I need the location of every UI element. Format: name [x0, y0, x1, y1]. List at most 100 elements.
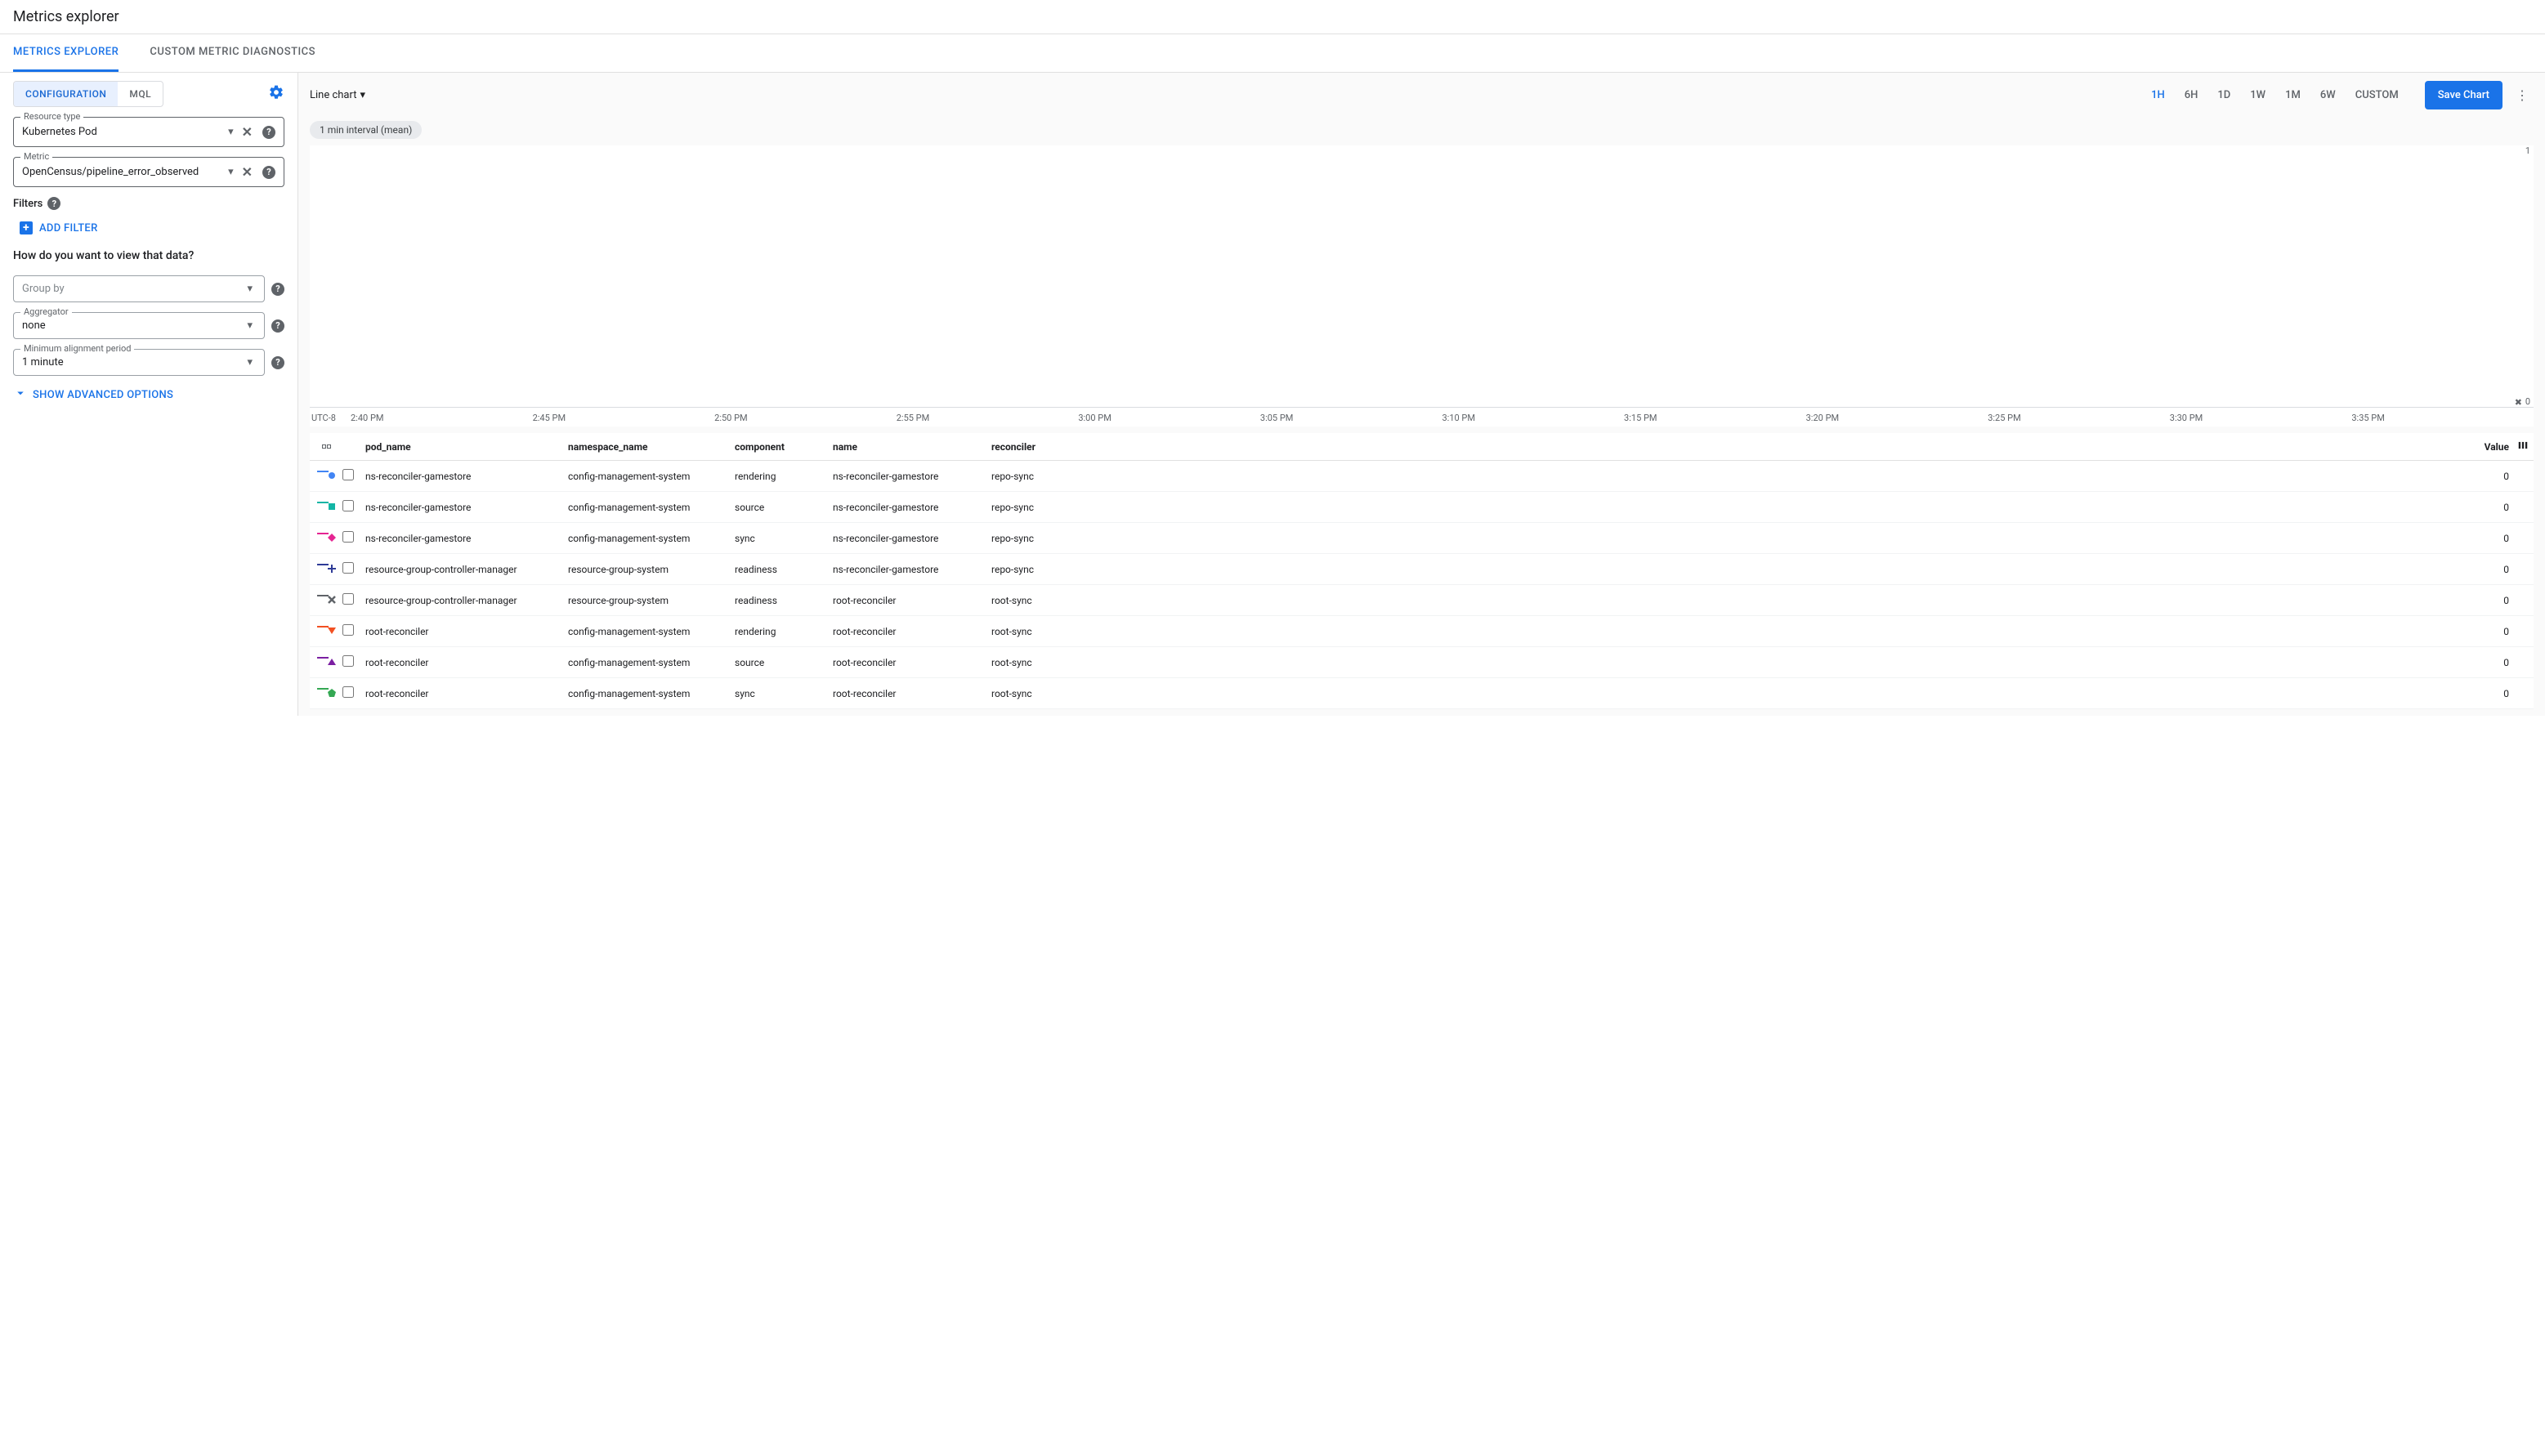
col-reconciler[interactable]: reconciler [991, 441, 1098, 453]
chart-content: Line chart ▾ 1H6H1D1W1M6WCUSTOM Save Cha… [298, 73, 2545, 716]
legend-marker [310, 688, 342, 699]
col-name[interactable]: name [833, 441, 991, 453]
resource-type-field[interactable]: Resource type Kubernetes Pod ▾ ✕ ? [13, 117, 284, 147]
legend-row[interactable]: resource-group-controller-manager resour… [310, 585, 2534, 616]
cell-name: root-reconciler [833, 688, 991, 699]
x-tick: 3:25 PM [1988, 413, 2170, 423]
x-tick: 2:55 PM [897, 413, 1079, 423]
cell-ns: resource-group-system [568, 564, 735, 575]
series-checkbox[interactable] [342, 624, 354, 636]
cell-ns: config-management-system [568, 657, 735, 668]
groupby-field[interactable]: Group by ▾ [13, 275, 265, 302]
range-1h[interactable]: 1H [2141, 83, 2175, 108]
range-6h[interactable]: 6H [2175, 83, 2208, 108]
help-icon[interactable]: ? [271, 319, 284, 333]
series-checkbox[interactable] [342, 531, 354, 543]
metric-field[interactable]: Metric OpenCensus/pipeline_error_observe… [13, 157, 284, 187]
col-namespace-name[interactable]: namespace_name [568, 441, 735, 453]
series-checkbox[interactable] [342, 655, 354, 667]
plus-icon: + [20, 221, 33, 234]
y-axis-min: 0 [2525, 396, 2530, 407]
cell-component: source [735, 502, 833, 513]
cell-value: 0 [1098, 657, 2517, 668]
page-title: Metrics explorer [0, 0, 2545, 33]
subtab-configuration[interactable]: CONFIGURATION [14, 82, 118, 106]
x-tick: 3:00 PM [1078, 413, 1260, 423]
x-tick: 3:35 PM [2351, 413, 2534, 423]
series-checkbox[interactable] [342, 469, 354, 480]
col-pod-name[interactable]: pod_name [365, 441, 568, 453]
range-6w[interactable]: 6W [2310, 83, 2346, 108]
range-1m[interactable]: 1M [2275, 83, 2310, 108]
chevron-down-icon: ▾ [228, 166, 234, 178]
resource-type-label: Resource type [20, 111, 83, 122]
cell-value: 0 [1098, 595, 2517, 606]
more-menu-icon[interactable]: ⋮ [2511, 83, 2534, 108]
close-icon[interactable]: ✖ [2515, 397, 2522, 408]
range-custom[interactable]: CUSTOM [2346, 83, 2409, 108]
help-icon[interactable]: ? [262, 126, 275, 139]
series-checkbox[interactable] [342, 562, 354, 574]
legend-row[interactable]: resource-group-controller-manager resour… [310, 554, 2534, 585]
chart-area: 1 ✖ 0 UTC-8 2:40 PM2:45 PM2:50 PM2:55 PM… [310, 145, 2534, 427]
legend-row[interactable]: root-reconciler config-management-system… [310, 647, 2534, 678]
resource-type-value: Kubernetes Pod [22, 126, 225, 138]
cell-name: root-reconciler [833, 595, 991, 606]
cell-reconciler: repo-sync [991, 502, 1098, 513]
cell-name: ns-reconciler-gamestore [833, 502, 991, 513]
help-icon[interactable]: ? [271, 356, 284, 369]
alignment-field[interactable]: Minimum alignment period 1 minute ▾ [13, 349, 265, 376]
groupby-placeholder: Group by [22, 283, 244, 295]
show-advanced-link[interactable]: SHOW ADVANCED OPTIONS [13, 386, 284, 404]
cell-reconciler: root-sync [991, 626, 1098, 637]
chart-type-label: Line chart [310, 89, 356, 101]
add-filter-button[interactable]: + ADD FILTER [20, 221, 284, 234]
chevron-down-icon: ▾ [247, 283, 253, 295]
chevron-down-icon [13, 386, 28, 404]
columns-icon[interactable] [2517, 440, 2534, 453]
cell-value: 0 [1098, 502, 2517, 513]
legend-row[interactable]: root-reconciler config-management-system… [310, 678, 2534, 709]
x-tick: 2:45 PM [533, 413, 715, 423]
x-tick: 3:30 PM [2170, 413, 2352, 423]
subtab-mql[interactable]: MQL [118, 82, 163, 106]
help-icon[interactable]: ? [271, 283, 284, 296]
cell-value: 0 [1098, 533, 2517, 544]
legend-row[interactable]: ns-reconciler-gamestore config-managemen… [310, 461, 2534, 492]
clear-metric-icon[interactable]: ✕ [242, 164, 253, 180]
col-component[interactable]: component [735, 441, 833, 453]
tab-metrics-explorer[interactable]: METRICS EXPLORER [13, 34, 119, 72]
help-icon[interactable]: ? [262, 166, 275, 179]
view-question: How do you want to view that data? [13, 249, 284, 262]
cell-value: 0 [1098, 688, 2517, 699]
cell-value: 0 [1098, 564, 2517, 575]
legend-row[interactable]: ns-reconciler-gamestore config-managemen… [310, 523, 2534, 554]
cell-name: ns-reconciler-gamestore [833, 564, 991, 575]
series-checkbox[interactable] [342, 686, 354, 698]
metric-label: Metric [20, 151, 52, 162]
series-checkbox[interactable] [342, 593, 354, 605]
legend-row[interactable]: ns-reconciler-gamestore config-managemen… [310, 492, 2534, 523]
tab-custom-diagnostics[interactable]: CUSTOM METRIC DIAGNOSTICS [150, 34, 315, 72]
timezone-label: UTC-8 [310, 413, 351, 423]
breakdown-icon[interactable] [322, 444, 331, 449]
aggregator-field[interactable]: Aggregator none ▾ [13, 312, 265, 339]
chart-canvas[interactable]: 1 ✖ 0 [310, 145, 2534, 407]
filters-label: Filters [13, 198, 42, 210]
x-tick: 2:50 PM [714, 413, 897, 423]
clear-resource-type-icon[interactable]: ✕ [242, 124, 253, 140]
help-icon[interactable]: ? [47, 197, 60, 210]
x-tick: 3:20 PM [1806, 413, 1988, 423]
cell-name: root-reconciler [833, 657, 991, 668]
col-value[interactable]: Value [1098, 441, 2517, 453]
y-axis-max: 1 [2525, 145, 2530, 156]
legend-row[interactable]: root-reconciler config-management-system… [310, 616, 2534, 647]
cell-pod: root-reconciler [365, 657, 568, 668]
gear-icon[interactable] [268, 84, 284, 105]
series-checkbox[interactable] [342, 500, 354, 511]
range-1d[interactable]: 1D [2207, 83, 2240, 108]
range-1w[interactable]: 1W [2240, 83, 2275, 108]
save-chart-button[interactable]: Save Chart [2425, 81, 2503, 109]
chart-type-select[interactable]: Line chart ▾ [310, 89, 365, 101]
cell-ns: config-management-system [568, 533, 735, 544]
